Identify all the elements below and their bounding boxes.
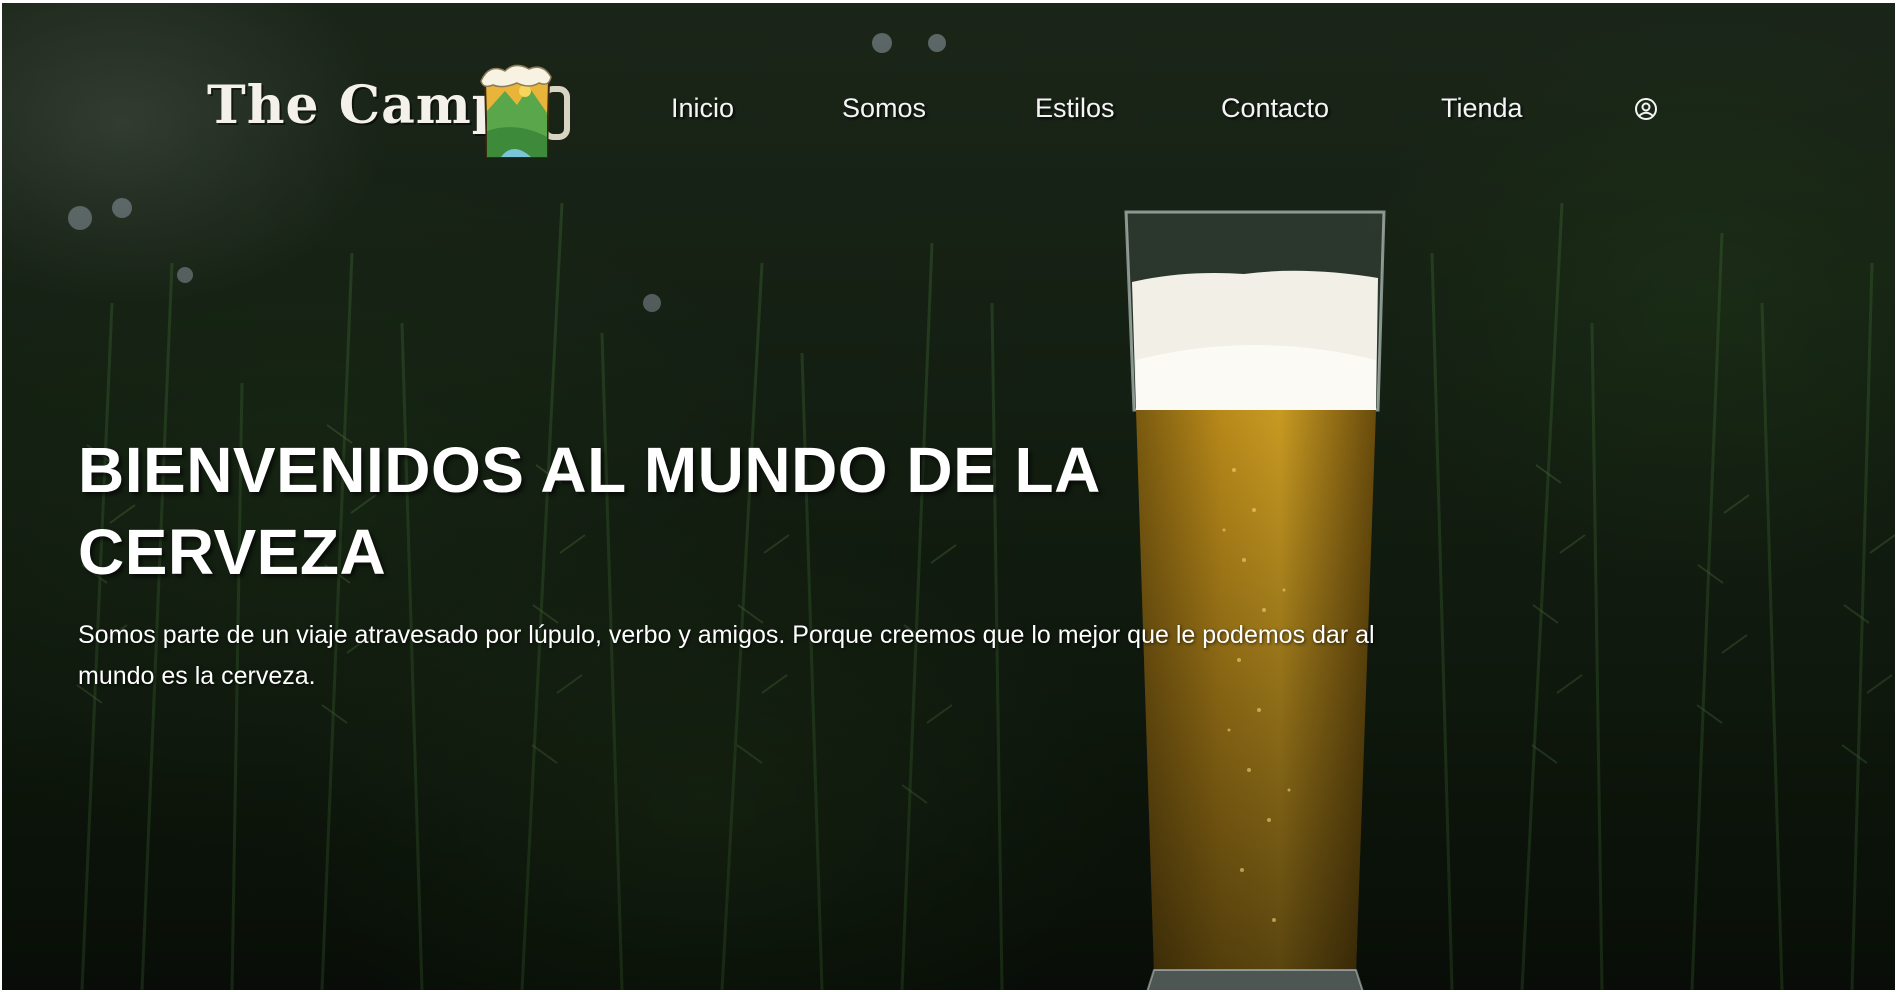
hero-section: The Camp Inicio Somos Estilos Contacto T…	[2, 3, 1895, 990]
hero-title: BIENVENIDOS AL MUNDO DE LA CERVEZA	[78, 434, 1099, 588]
main-nav: Inicio Somos Estilos Contacto Tienda	[2, 93, 1895, 133]
nav-item-contacto[interactable]: Contacto	[1221, 93, 1329, 124]
nav-item-inicio[interactable]: Inicio	[671, 93, 734, 124]
hero-subtitle: Somos parte de un viaje atravesado por l…	[78, 621, 1375, 690]
nav-item-somos[interactable]: Somos	[842, 93, 926, 124]
hero-content: BIENVENIDOS AL MUNDO DE LA CERVEZA Somos…	[78, 429, 1438, 697]
nav-item-estilos[interactable]: Estilos	[1035, 93, 1115, 124]
user-circle-icon[interactable]	[1634, 97, 1658, 121]
site-header: The Camp Inicio Somos Estilos Contacto T…	[2, 3, 1895, 173]
nav-item-tienda[interactable]: Tienda	[1441, 93, 1523, 124]
